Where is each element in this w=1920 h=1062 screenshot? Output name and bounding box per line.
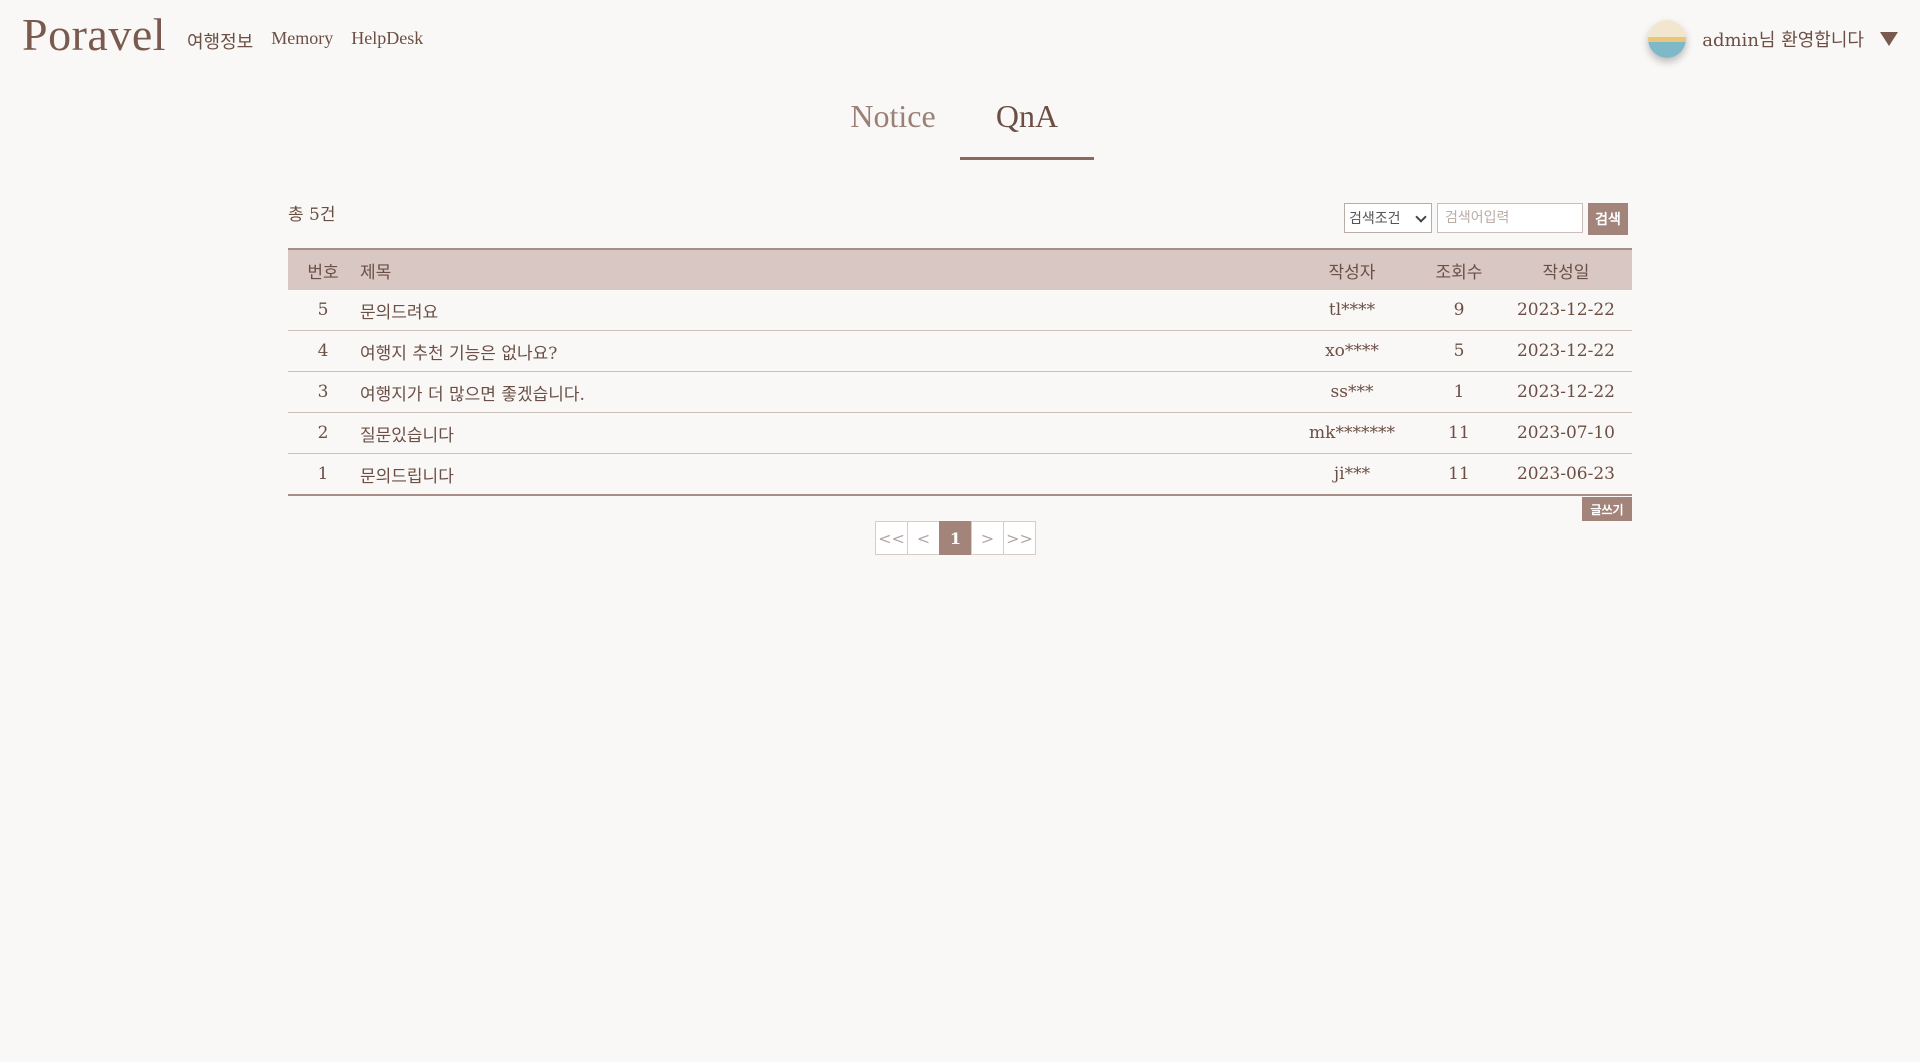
search-input[interactable] [1437, 203, 1583, 233]
col-header-views: 조회수 [1418, 248, 1500, 290]
qna-table: 번호 제목 작성자 조회수 작성일 5 문의드려요 tl**** 9 2023-… [288, 248, 1632, 496]
page-last-button[interactable]: >> [1003, 521, 1036, 555]
row-views: 1 [1418, 371, 1500, 413]
search-condition-value: 검색조건 [1349, 211, 1401, 227]
row-views: 11 [1418, 412, 1500, 454]
row-date: 2023-07-10 [1500, 412, 1632, 454]
pagination: << < 1 > >> [875, 521, 1036, 555]
row-writer: xo**** [1286, 330, 1418, 372]
page-next-button[interactable]: > [971, 521, 1004, 555]
welcome-text: admin님 환영합니다 [1702, 30, 1864, 51]
page-prev-button[interactable]: < [907, 521, 940, 555]
col-header-writer: 작성자 [1286, 248, 1418, 290]
table-row[interactable]: 1 문의드립니다 ji*** 11 2023-06-23 [288, 453, 1632, 496]
page-current[interactable]: 1 [939, 521, 972, 555]
row-date: 2023-12-22 [1500, 330, 1632, 372]
search-button[interactable]: 검색 [1588, 203, 1628, 235]
total-count: 총 5건 [288, 205, 336, 225]
row-date: 2023-06-23 [1500, 453, 1632, 496]
row-date: 2023-12-22 [1500, 290, 1632, 331]
row-no: 2 [288, 412, 358, 454]
table-row[interactable]: 5 문의드려요 tl**** 9 2023-12-22 [288, 290, 1632, 331]
row-title[interactable]: 여행지가 더 많으면 좋겠습니다. [358, 371, 1286, 413]
nav-travel-info[interactable]: 여행정보 [187, 28, 253, 54]
dropdown-caret-icon[interactable] [1880, 32, 1898, 46]
row-views: 5 [1418, 330, 1500, 372]
board-tabs: Notice QnA [0, 98, 1920, 160]
col-header-no: 번호 [288, 248, 358, 290]
row-writer: tl**** [1286, 290, 1418, 331]
chevron-down-icon [1415, 210, 1427, 223]
row-views: 9 [1418, 290, 1500, 331]
table-header-row: 번호 제목 작성자 조회수 작성일 [288, 248, 1632, 290]
row-no: 3 [288, 371, 358, 413]
col-header-title: 제목 [358, 248, 1286, 290]
write-button[interactable]: 글쓰기 [1582, 497, 1632, 521]
row-title[interactable]: 문의드려요 [358, 290, 1286, 331]
col-header-date: 작성일 [1500, 248, 1632, 290]
row-writer: mk******* [1286, 412, 1418, 454]
main-nav: 여행정보 Memory HelpDesk [187, 28, 423, 54]
row-writer: ji*** [1286, 453, 1418, 496]
row-title[interactable]: 여행지 추천 기능은 없나요? [358, 330, 1286, 372]
row-writer: ss*** [1286, 371, 1418, 413]
row-no: 1 [288, 453, 358, 496]
table-row[interactable]: 2 질문있습니다 mk******* 11 2023-07-10 [288, 412, 1632, 454]
search-bar: 검색조건 검색 [1344, 203, 1628, 235]
top-header: Poravel 여행정보 Memory HelpDesk admin님 환영합니… [0, 0, 1920, 78]
avatar[interactable] [1648, 20, 1687, 58]
row-views: 11 [1418, 453, 1500, 496]
tab-notice[interactable]: Notice [826, 98, 960, 160]
row-date: 2023-12-22 [1500, 371, 1632, 413]
row-title[interactable]: 질문있습니다 [358, 412, 1286, 454]
nav-memory[interactable]: Memory [271, 28, 333, 54]
tab-qna[interactable]: QnA [960, 98, 1094, 160]
row-no: 4 [288, 330, 358, 372]
logo[interactable]: Poravel [22, 8, 166, 61]
table-row[interactable]: 4 여행지 추천 기능은 없나요? xo**** 5 2023-12-22 [288, 330, 1632, 372]
nav-helpdesk[interactable]: HelpDesk [351, 28, 423, 54]
row-no: 5 [288, 290, 358, 331]
row-title[interactable]: 문의드립니다 [358, 453, 1286, 496]
table-row[interactable]: 3 여행지가 더 많으면 좋겠습니다. ss*** 1 2023-12-22 [288, 371, 1632, 413]
user-menu: admin님 환영합니다 [1648, 20, 1898, 58]
page-first-button[interactable]: << [875, 521, 908, 555]
search-condition-select[interactable]: 검색조건 [1344, 203, 1432, 233]
